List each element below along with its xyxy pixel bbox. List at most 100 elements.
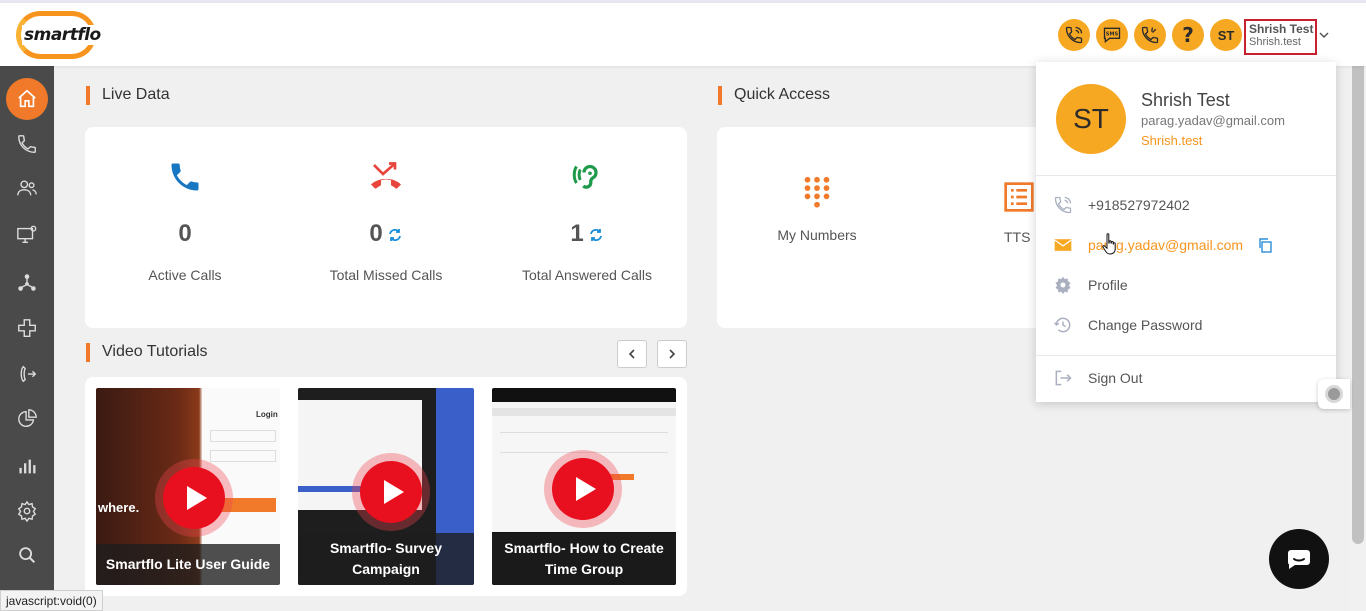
dialpad-icon (804, 176, 830, 208)
profile-username: Shrish.test (1141, 133, 1203, 148)
video-card[interactable]: Smartflo- How to Create Time Group (492, 388, 676, 585)
video-caption: Smartflo- Survey Campaign (298, 533, 474, 585)
history-icon (1052, 314, 1074, 336)
answered-calls-label: Total Answered Calls (522, 267, 652, 283)
network-icon (18, 274, 36, 291)
video-tutorials-title: Video Tutorials (86, 343, 208, 362)
divider (1036, 175, 1336, 176)
video-card[interactable]: Smartflo- Survey Campaign (298, 388, 474, 585)
search-icon (19, 547, 36, 564)
quick-access-card: My Numbers TTS (717, 127, 1047, 328)
video-caption: Smartflo Lite User Guide (96, 544, 280, 585)
sidebar-item-reports[interactable] (6, 445, 48, 487)
pie-chart-icon (18, 409, 37, 427)
sms-icon: SMS (1103, 27, 1121, 44)
sidebar (0, 66, 54, 611)
home-icon (18, 89, 36, 108)
call-transfer-icon (20, 365, 37, 383)
profile-phone: +918527972402 (1088, 197, 1190, 213)
sidebar-item-users[interactable] (6, 167, 48, 209)
video-next-button[interactable] (657, 340, 687, 368)
profile-avatar: ST (1056, 84, 1126, 154)
phone-ring-icon (1052, 194, 1074, 216)
chat-icon (1287, 550, 1310, 569)
svg-text:SMS: SMS (1106, 31, 1119, 37)
missed-calls-value-row: 0 (286, 220, 486, 248)
profile-link[interactable]: Profile (1052, 273, 1322, 297)
profile-dropdown: ST Shrish Test parag.yadav@gmail.com Shr… (1036, 62, 1336, 402)
sidebar-item-integrations[interactable] (6, 307, 48, 349)
call-log-button[interactable] (1134, 19, 1166, 51)
profile-email-row[interactable]: parag.yadav@gmail.com (1052, 233, 1322, 257)
live-data-title: Live Data (86, 86, 170, 105)
thumbnail-field (210, 450, 276, 462)
chat-button[interactable] (1269, 529, 1329, 589)
missed-call-icon (371, 162, 401, 189)
sidebar-item-search[interactable] (6, 534, 48, 576)
play-button[interactable] (163, 467, 225, 529)
phone-icon (171, 163, 199, 191)
profile-email: parag.yadav@gmail.com (1141, 113, 1285, 128)
mail-icon (1052, 234, 1074, 256)
browser-status-bar: javascript:void(0) (0, 590, 103, 611)
logo-text: smartflo (22, 25, 103, 45)
sidebar-item-settings[interactable] (6, 490, 48, 532)
sidebar-item-monitor[interactable] (6, 214, 48, 256)
sign-out-link[interactable]: Sign Out (1052, 366, 1322, 390)
live-data-card: 0 Active Calls 0 Total Missed Calls 1 To… (85, 127, 687, 328)
video-prev-button[interactable] (617, 340, 647, 368)
video-caption: Smartflo- How to Create Time Group (492, 533, 676, 585)
chevron-left-icon (628, 349, 635, 359)
answered-call-icon (572, 164, 598, 189)
list-document-icon (1004, 182, 1034, 212)
chevron-down-icon[interactable] (1318, 29, 1330, 41)
change-password-link[interactable]: Change Password (1052, 313, 1322, 337)
sign-out-icon (1052, 367, 1074, 389)
thumbnail-line (500, 432, 668, 433)
help-button[interactable]: ? (1172, 19, 1204, 51)
monitor-settings-icon (17, 225, 37, 244)
thumbnail-line (500, 452, 668, 453)
play-button[interactable] (360, 461, 422, 523)
my-numbers-label: My Numbers (777, 227, 857, 243)
sidebar-item-network[interactable] (6, 262, 48, 304)
phone-ring-icon (1065, 26, 1083, 44)
chevron-right-icon (669, 349, 676, 359)
missed-calls-label: Total Missed Calls (329, 267, 443, 283)
answered-calls-value: 1 (570, 220, 584, 247)
user-menu-toggle[interactable]: Shrish Test Shrish.test (1244, 19, 1317, 55)
feedback-widget[interactable] (1318, 379, 1350, 409)
video-card[interactable]: Login where. Smartflo Lite User Guide (96, 388, 280, 585)
sign-out-label: Sign Out (1088, 370, 1143, 386)
user-avatar[interactable]: ST (1210, 19, 1242, 51)
sidebar-item-home[interactable] (6, 78, 48, 120)
sidebar-item-calls[interactable] (6, 123, 48, 165)
quick-access-my-numbers[interactable]: My Numbers (757, 175, 877, 243)
divider (1036, 355, 1336, 356)
hand-cursor-icon (1102, 233, 1116, 255)
refresh-icon[interactable] (387, 227, 403, 243)
integration-icon (18, 319, 36, 337)
widget-icon (1325, 385, 1343, 403)
active-calls-value: 0 (178, 220, 192, 247)
scrollbar-thumb[interactable] (1352, 14, 1364, 544)
play-button[interactable] (552, 458, 614, 520)
gear-icon (1052, 274, 1074, 296)
smartflo-logo[interactable]: smartflo (12, 9, 103, 61)
phone-icon (18, 135, 36, 153)
copy-icon[interactable] (1257, 237, 1273, 253)
click-to-call-button[interactable] (1058, 19, 1090, 51)
top-header: smartflo SMS ? ST Shrish Test Shrish.tes… (0, 0, 1366, 66)
sms-button[interactable]: SMS (1096, 19, 1128, 51)
gear-icon (17, 500, 37, 522)
thumbnail-field (210, 430, 276, 442)
quick-access-title: Quick Access (718, 86, 830, 105)
profile-phone-row[interactable]: +918527972402 (1052, 193, 1322, 217)
refresh-icon[interactable] (588, 227, 604, 243)
change-password-label: Change Password (1088, 317, 1203, 333)
sidebar-item-call-transfer[interactable] (6, 353, 48, 395)
answered-calls-value-row: 1 (487, 220, 687, 248)
profile-label: Profile (1088, 277, 1128, 293)
sidebar-item-analytics[interactable] (6, 398, 48, 440)
user-name: Shrish Test (1249, 22, 1314, 36)
